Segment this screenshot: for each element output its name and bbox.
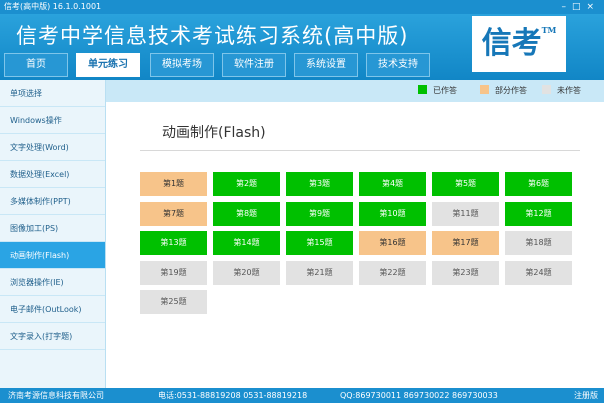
question-button[interactable]: 第18题 xyxy=(505,231,572,255)
close-button[interactable]: × xyxy=(586,2,600,12)
footer-status: 注册版 xyxy=(574,391,598,400)
legend-swatch-answered xyxy=(418,85,427,94)
legend-swatch-unanswered xyxy=(542,85,551,94)
sidebar-item-typing[interactable]: 文字录入(打字题) xyxy=(0,323,105,350)
question-button[interactable]: 第22题 xyxy=(359,261,426,285)
legend-unanswered: 未作答 xyxy=(542,80,581,102)
tab-mock-exam[interactable]: 模拟考场 xyxy=(150,53,214,77)
question-button[interactable]: 第15题 xyxy=(286,231,353,255)
question-button[interactable]: 第19题 xyxy=(140,261,207,285)
page-title: 动画制作(Flash) xyxy=(162,125,266,141)
question-button[interactable]: 第17题 xyxy=(432,231,499,255)
sidebar-item-windows[interactable]: Windows操作 xyxy=(0,107,105,134)
question-button[interactable]: 第20题 xyxy=(213,261,280,285)
sidebar-item-ps[interactable]: 图像加工(PS) xyxy=(0,215,105,242)
trademark-mark: TM xyxy=(541,25,557,35)
sidebar: 单项选择 Windows操作 文字处理(Word) 数据处理(Excel) 多媒… xyxy=(0,80,106,388)
tab-settings[interactable]: 系统设置 xyxy=(294,53,358,77)
app-title: 信考中学信息技术考试练习系统(高中版) xyxy=(16,24,409,48)
tab-unit-practice[interactable]: 单元练习 xyxy=(76,53,140,77)
sidebar-item-ie[interactable]: 浏览器操作(IE) xyxy=(0,269,105,296)
legend-label: 未作答 xyxy=(557,86,581,95)
footer-company: 济南考源信息科技有限公司 xyxy=(8,391,104,400)
legend-label: 已作答 xyxy=(433,86,457,95)
question-button[interactable]: 第1题 xyxy=(140,172,207,196)
question-button[interactable]: 第13题 xyxy=(140,231,207,255)
legend-partial: 部分作答 xyxy=(480,80,527,102)
question-button[interactable]: 第23题 xyxy=(432,261,499,285)
question-button[interactable]: 第8题 xyxy=(213,202,280,226)
question-button[interactable]: 第3题 xyxy=(286,172,353,196)
status-bar: 济南考源信息科技有限公司 电话:0531-88819208 0531-88819… xyxy=(0,388,604,403)
legend-label: 部分作答 xyxy=(495,86,527,95)
sidebar-item-word[interactable]: 文字处理(Word) xyxy=(0,134,105,161)
brand-logo: 信考TM xyxy=(472,16,566,72)
question-button[interactable]: 第14题 xyxy=(213,231,280,255)
question-button[interactable]: 第6题 xyxy=(505,172,572,196)
main-panel: 动画制作(Flash) 第1题 第2题 第3题 第4题 第5题 第6题 第7题 第8题 第9题第… xyxy=(106,102,604,388)
question-button[interactable]: 第16题 xyxy=(359,231,426,255)
sidebar-item-flash[interactable]: 动画制作(Flash) xyxy=(0,242,105,269)
logo-text: 信考 xyxy=(481,26,542,61)
question-button[interactable]: 第12题 xyxy=(505,202,572,226)
app-window: 信考(高中版) 16.1.0.1001 –□× 信考中学信息技术考试练习系统(高… xyxy=(0,0,604,403)
question-button[interactable]: 第4题 xyxy=(359,172,426,196)
window-title-bar: 信考(高中版) 16.1.0.1001 –□× xyxy=(0,0,604,14)
question-button[interactable]: 第5题 xyxy=(432,172,499,196)
legend-answered: 已作答 xyxy=(418,80,457,102)
question-button[interactable]: 第7题 xyxy=(140,202,207,226)
window-controls: –□× xyxy=(561,0,600,14)
minimize-button[interactable]: – xyxy=(561,2,572,12)
question-button[interactable]: 第2题 xyxy=(213,172,280,196)
legend-swatch-partial xyxy=(480,85,489,94)
tab-home[interactable]: 首页 xyxy=(4,53,68,77)
tab-support[interactable]: 技术支持 xyxy=(366,53,430,77)
question-button[interactable]: 第11题 xyxy=(432,202,499,226)
sidebar-item-single-choice[interactable]: 单项选择 xyxy=(0,80,105,107)
legend-bar: 已作答 部分作答 未作答 xyxy=(106,80,604,102)
maximize-button[interactable]: □ xyxy=(572,2,587,12)
question-button[interactable]: 第10题 xyxy=(359,202,426,226)
sidebar-item-excel[interactable]: 数据处理(Excel) xyxy=(0,161,105,188)
footer-phone: 电话:0531-88819208 0531-88819218 xyxy=(158,391,308,400)
question-button[interactable]: 第21题 xyxy=(286,261,353,285)
title-divider xyxy=(140,150,580,151)
question-button[interactable]: 第9题 xyxy=(286,202,353,226)
question-button[interactable]: 第25题 xyxy=(140,290,207,314)
sidebar-item-outlook[interactable]: 电子邮件(OutLook) xyxy=(0,296,105,323)
sidebar-item-ppt[interactable]: 多媒体制作(PPT) xyxy=(0,188,105,215)
footer-qq: QQ:869730011 869730022 869730033 xyxy=(340,391,498,400)
window-title: 信考(高中版) 16.1.0.1001 xyxy=(4,2,102,11)
tab-registration[interactable]: 软件注册 xyxy=(222,53,286,77)
question-button[interactable]: 第24题 xyxy=(505,261,572,285)
